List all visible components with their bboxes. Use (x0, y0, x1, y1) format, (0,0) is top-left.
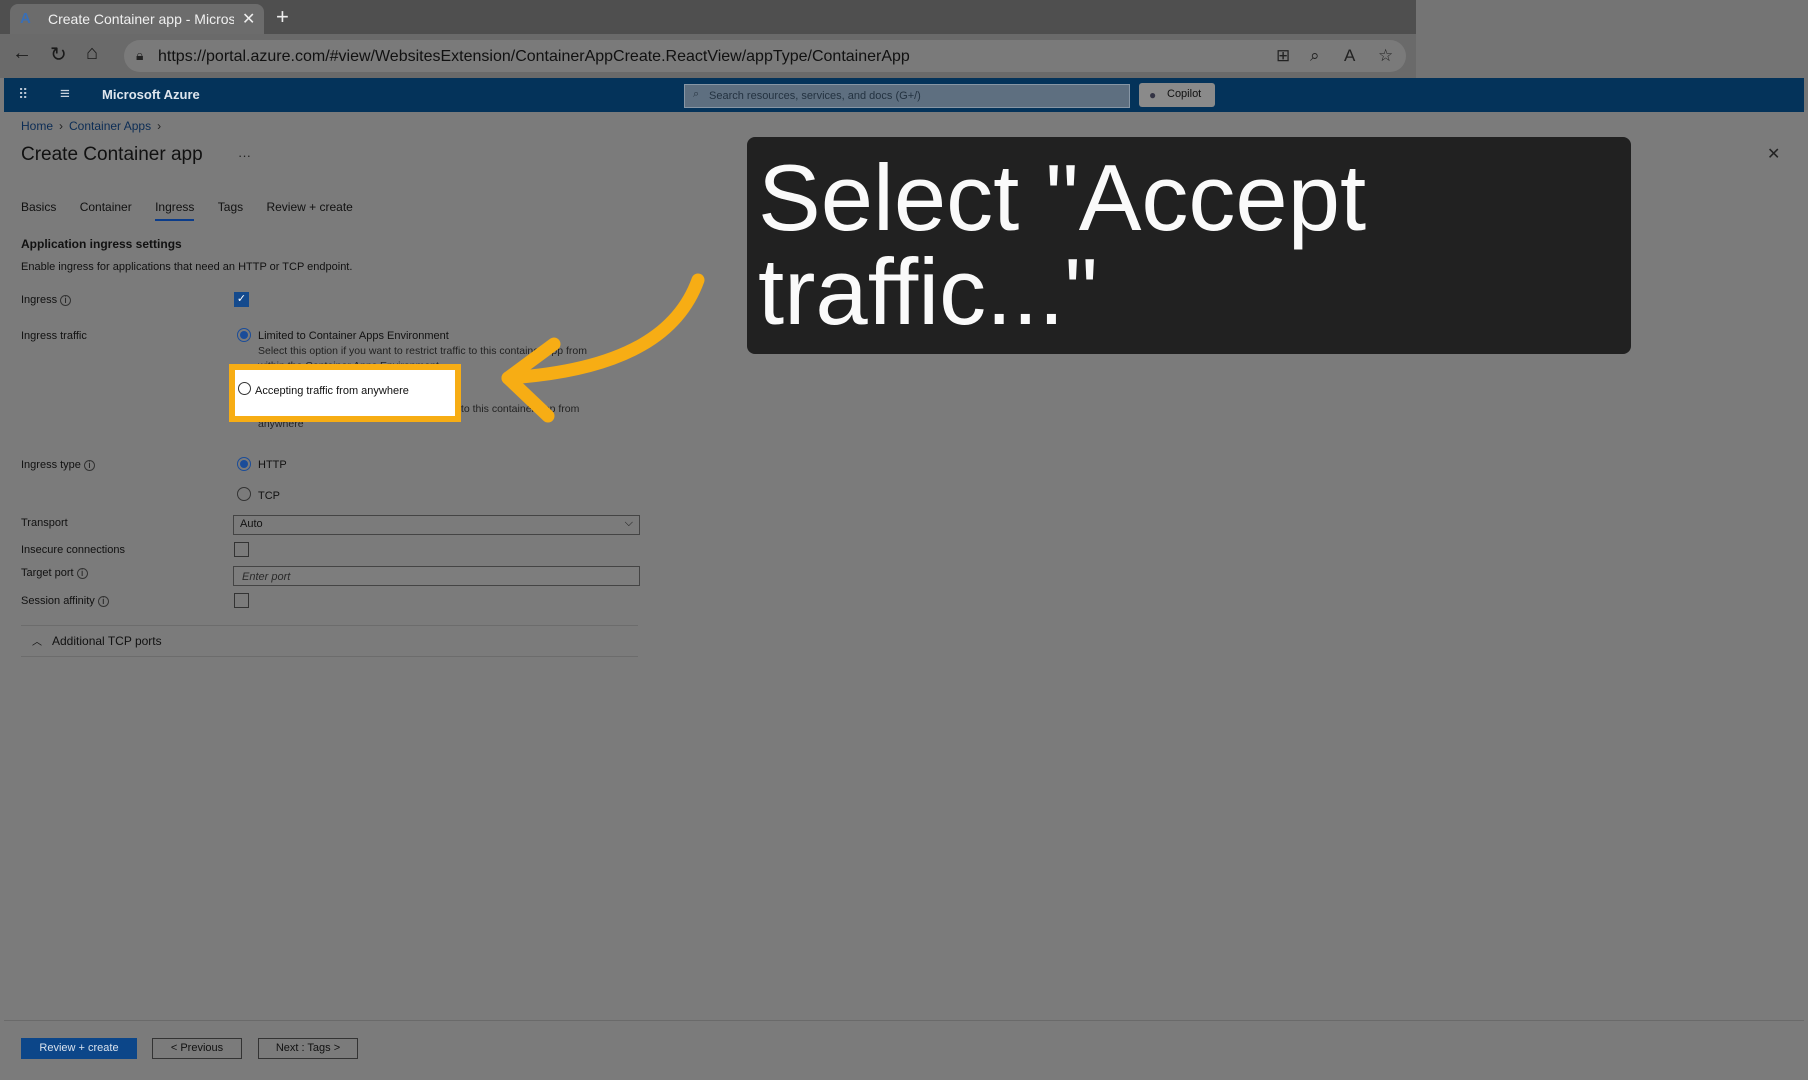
section-description: Enable ingress for applications that nee… (21, 261, 353, 273)
ingress-traffic-label: Ingress traffic (21, 330, 87, 342)
divider (21, 656, 638, 657)
previous-button[interactable]: < Previous (152, 1038, 242, 1059)
annotation-message: Select "Accept traffic..." (758, 145, 1367, 344)
azure-header: ⠿ ≡ Microsoft Azure ⌕ ● Copilot (4, 78, 1804, 112)
review-create-button[interactable]: Review + create (21, 1038, 137, 1059)
radio-tcp[interactable] (237, 487, 251, 501)
option-limited-label: Limited to Container Apps Environment (258, 330, 449, 342)
app-grid-icon[interactable]: ⊞ (1276, 46, 1290, 66)
ingress-type-label: Ingress type i (21, 459, 95, 471)
tab-basics[interactable]: Basics (21, 200, 56, 219)
transport-label: Transport (21, 517, 68, 529)
url-text: https://portal.azure.com/#view/WebsitesE… (158, 48, 910, 65)
copilot-button[interactable]: ● Copilot (1139, 83, 1215, 107)
favorite-star-icon[interactable]: ☆ (1378, 46, 1393, 66)
zoom-icon[interactable]: ⌕ (1310, 46, 1320, 66)
new-tab-icon[interactable]: + (276, 4, 289, 30)
target-port-field[interactable] (233, 566, 640, 586)
chevron-right-icon: › (157, 119, 162, 133)
url-field[interactable]: 🔒︎ https://portal.azure.com/#view/Websit… (124, 40, 1406, 72)
close-tab-icon[interactable]: ✕ (242, 9, 255, 29)
search-icon: ⌕ (693, 88, 700, 100)
info-icon[interactable]: i (76, 567, 88, 579)
lock-icon: 🔒︎ (136, 47, 144, 63)
http-label: HTTP (258, 459, 287, 471)
tab-tags[interactable]: Tags (218, 200, 243, 219)
brand-label[interactable]: Microsoft Azure (102, 87, 200, 102)
target-port-input[interactable] (240, 568, 639, 586)
breadcrumb: Home › Container Apps › (21, 119, 167, 133)
info-icon[interactable]: i (97, 595, 109, 607)
breadcrumb-home[interactable]: Home (21, 119, 53, 133)
session-affinity-checkbox[interactable] (234, 593, 249, 608)
page-title: Create Container app (21, 144, 203, 165)
ingress-label: Ingress i (21, 294, 72, 306)
chevron-right-icon: › (59, 119, 64, 133)
insecure-label: Insecure connections (21, 544, 125, 556)
transport-select[interactable]: Auto ⌵ (233, 515, 640, 535)
divider (21, 625, 638, 626)
chevron-down-icon: ⌵ (624, 517, 633, 529)
refresh-icon[interactable]: ↻ (50, 42, 67, 67)
close-blade-icon[interactable]: ✕ (1767, 144, 1780, 164)
chevron-up-icon: ︿ (32, 637, 42, 648)
next-button[interactable]: Next : Tags > (258, 1038, 358, 1059)
browser-tab[interactable]: A Create Container app - Microsoft ✕ (10, 4, 264, 34)
global-search[interactable]: ⌕ (684, 84, 1130, 108)
transport-value: Auto (240, 518, 263, 530)
option-anywhere-label: Accepting traffic from anywhere (255, 385, 409, 397)
additional-tcp-label: Additional TCP ports (52, 634, 162, 648)
tcp-label: TCP (258, 490, 280, 502)
footer-divider (4, 1020, 1804, 1021)
tab-ingress[interactable]: Ingress (155, 200, 195, 221)
target-port-label: Target port i (21, 567, 88, 579)
radio-accept-anywhere[interactable] (238, 382, 251, 395)
waffle-icon[interactable]: ⠿ (18, 86, 28, 103)
search-input[interactable] (707, 85, 1121, 107)
wizard-tabs: Basics Container Ingress Tags Review + c… (21, 200, 373, 221)
read-aloud-icon[interactable]: A (1344, 46, 1355, 66)
annotation-callout: Select "Accept traffic..." (747, 137, 1631, 354)
highlight-box: Accepting traffic from anywhere (229, 364, 461, 422)
insecure-checkbox[interactable] (234, 542, 249, 557)
info-icon[interactable]: i (60, 294, 72, 306)
home-icon[interactable]: ⌂ (86, 42, 98, 65)
breadcrumb-container-apps[interactable]: Container Apps (69, 119, 151, 133)
more-options-icon[interactable]: ··· (238, 148, 251, 163)
radio-limited-environment[interactable] (237, 328, 251, 342)
back-icon[interactable]: ← (12, 42, 32, 65)
annotation-arrow-icon (501, 273, 705, 423)
info-icon[interactable]: i (83, 459, 95, 471)
tab-review-create[interactable]: Review + create (266, 200, 352, 219)
azure-logo-icon: A (20, 10, 31, 27)
tab-title: Create Container app - Microsoft (48, 11, 234, 27)
additional-tcp-ports-toggle[interactable]: ︿ Additional TCP ports (32, 633, 162, 648)
copilot-label: Copilot (1167, 88, 1202, 100)
section-title: Application ingress settings (21, 237, 182, 251)
radio-http[interactable] (237, 457, 251, 471)
ingress-checkbox[interactable]: ✓ (234, 292, 249, 307)
tab-container[interactable]: Container (80, 200, 132, 219)
menu-icon[interactable]: ≡ (60, 84, 70, 104)
session-affinity-label: Session affinity i (21, 595, 109, 607)
copilot-icon: ● (1149, 88, 1157, 102)
